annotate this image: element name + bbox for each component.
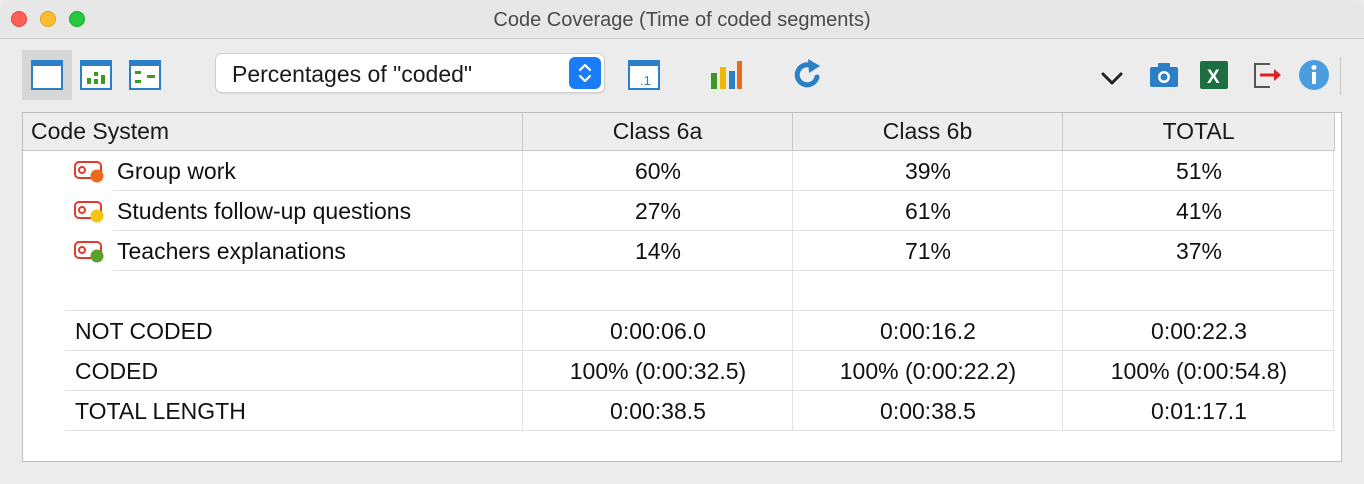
export-button[interactable] xyxy=(1246,55,1286,95)
grid-line xyxy=(65,310,1335,311)
grid-line xyxy=(1333,151,1334,431)
code-tag-yellow-icon xyxy=(74,201,104,223)
table-view-button[interactable] xyxy=(22,50,72,100)
grid-dashes-icon xyxy=(129,60,161,90)
table-cell: 60% xyxy=(634,158,682,184)
export-icon xyxy=(1254,63,1281,88)
summary-label: TOTAL LENGTH xyxy=(75,398,246,424)
column-header-class-6b[interactable]: Class 6b xyxy=(793,113,1063,150)
screenshot-button[interactable] xyxy=(1144,55,1184,95)
display-mode-select[interactable]: Percentages of "coded" xyxy=(215,53,605,93)
grid-line xyxy=(792,151,793,431)
table-row[interactable]: Teachers explanations 14% 71% 37% xyxy=(23,231,1335,271)
table-cell: 0:01:17.1 xyxy=(1151,398,1247,424)
table-view-icon xyxy=(31,60,63,90)
svg-text:X: X xyxy=(1207,67,1220,88)
table-cell: 100% (0:00:32.5) xyxy=(569,358,747,384)
refresh-button[interactable] xyxy=(788,55,828,95)
grid-line xyxy=(113,230,1335,231)
grid-line xyxy=(1062,151,1063,431)
summary-row-total-length[interactable]: TOTAL LENGTH 0:00:38.5 0:00:38.5 0:01:17… xyxy=(23,391,1335,431)
info-button[interactable] xyxy=(1294,55,1334,95)
table-cell: 0:00:38.5 xyxy=(880,398,976,424)
grid-line xyxy=(522,151,523,431)
coverage-table: Code System Class 6a Class 6b TOTAL Grou… xyxy=(22,112,1342,462)
column-header-total[interactable]: TOTAL xyxy=(1063,113,1335,150)
summary-row-coded[interactable]: CODED 100% (0:00:32.5) 100% (0:00:22.2) … xyxy=(23,351,1335,391)
grid-line xyxy=(65,350,1335,351)
column-header-code-system[interactable]: Code System xyxy=(23,113,523,150)
display-mode-value: Percentages of "coded" xyxy=(232,61,473,87)
window-title: Code Coverage (Time of coded segments) xyxy=(493,9,871,31)
code-coverage-window: Code Coverage (Time of coded segments) P… xyxy=(0,0,1364,484)
table-cell: 71% xyxy=(904,238,952,264)
grid-line xyxy=(113,270,1335,271)
grid-dashes-view-button[interactable] xyxy=(125,55,165,95)
grid-line xyxy=(65,430,1335,431)
table-row[interactable]: Group work 60% 39% 51% xyxy=(23,151,1335,191)
table-header: Code System Class 6a Class 6b TOTAL xyxy=(23,113,1335,151)
code-name: Teachers explanations xyxy=(117,238,346,264)
refresh-icon xyxy=(794,59,820,88)
table-cell: 0:00:38.5 xyxy=(610,398,706,424)
table-cell: 14% xyxy=(634,238,682,264)
table-cell: 100% (0:00:54.8) xyxy=(1110,358,1288,384)
summary-row-not-coded[interactable]: NOT CODED 0:00:06.0 0:00:16.2 0:00:22.3 xyxy=(23,311,1335,351)
grid-line xyxy=(113,190,1335,191)
table-cell: 0:00:16.2 xyxy=(880,318,976,344)
excel-icon: X xyxy=(1200,61,1228,89)
info-icon xyxy=(1299,60,1329,90)
table-row[interactable]: Students follow-up questions 27% 61% 41% xyxy=(23,191,1335,231)
bar-chart-icon xyxy=(711,61,742,89)
column-header-class-6a[interactable]: Class 6a xyxy=(523,113,793,150)
table-cell: 37% xyxy=(1175,238,1223,264)
grid-bars-icon xyxy=(80,60,112,90)
select-stepper-icon xyxy=(569,57,601,89)
table-cell: 41% xyxy=(1175,198,1223,224)
chevron-down-icon xyxy=(1101,72,1123,85)
decimal-places-button[interactable]: .1 xyxy=(624,55,664,95)
svg-text:.1: .1 xyxy=(640,73,651,88)
table-cell: 0:00:06.0 xyxy=(610,318,706,344)
decimal-places-icon: .1 xyxy=(628,60,660,90)
summary-label: NOT CODED xyxy=(75,318,213,344)
table-cell: 100% (0:00:22.2) xyxy=(839,358,1017,384)
table-cell: 39% xyxy=(904,158,952,184)
chart-button[interactable] xyxy=(705,55,745,95)
export-excel-button[interactable]: X xyxy=(1194,55,1234,95)
camera-icon xyxy=(1150,63,1178,87)
toolbar: Percentages of "coded" .1 X xyxy=(0,39,1364,111)
grid-line xyxy=(65,390,1335,391)
grid-bars-view-button[interactable] xyxy=(76,55,116,95)
table-cell: 0:00:22.3 xyxy=(1151,318,1247,344)
more-options-button[interactable] xyxy=(1092,59,1132,99)
table-cell: 27% xyxy=(634,198,682,224)
code-tag-orange-icon xyxy=(74,161,104,183)
summary-label: CODED xyxy=(75,358,159,384)
code-name: Group work xyxy=(117,158,236,184)
code-name: Students follow-up questions xyxy=(117,198,412,224)
table-cell: 51% xyxy=(1175,158,1223,184)
title-bar: Code Coverage (Time of coded segments) xyxy=(0,0,1364,39)
code-tag-green-icon xyxy=(74,241,104,263)
toolbar-separator xyxy=(1340,57,1341,95)
table-cell: 61% xyxy=(904,198,952,224)
